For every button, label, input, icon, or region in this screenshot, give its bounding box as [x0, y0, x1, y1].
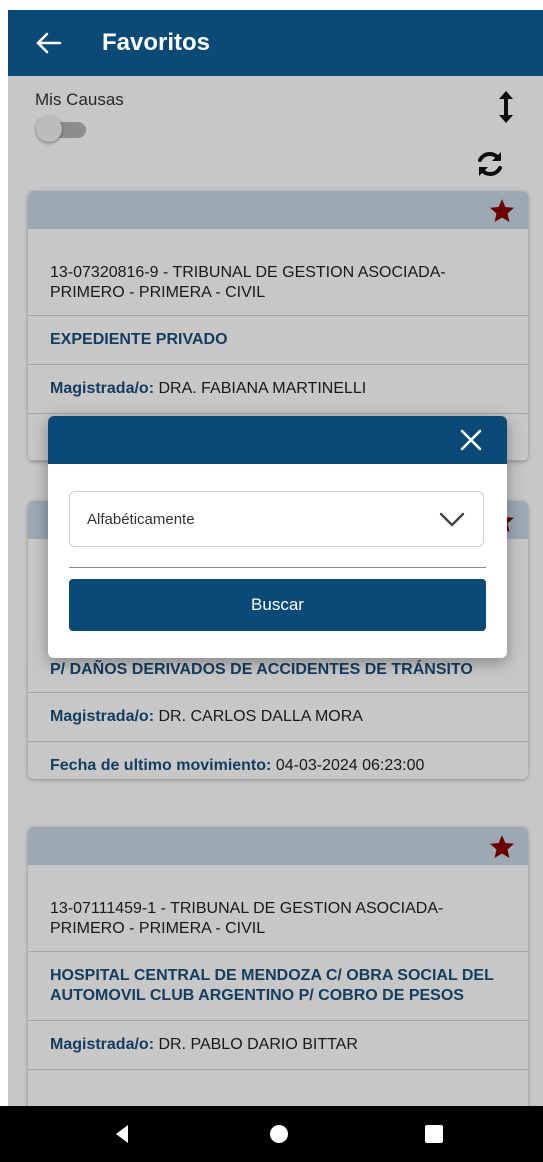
dialog-header [48, 416, 507, 464]
back-triangle-icon[interactable] [108, 1120, 136, 1148]
close-icon[interactable] [457, 426, 485, 454]
system-nav-bar [0, 1106, 543, 1162]
sort-dialog: Alfabéticamente Buscar [48, 416, 507, 658]
sort-select-value: Alfabéticamente [87, 510, 195, 528]
home-circle-icon[interactable] [265, 1120, 293, 1148]
sort-select[interactable]: Alfabéticamente [69, 491, 484, 547]
page-title: Favoritos [102, 29, 211, 56]
chevron-down-icon [439, 512, 465, 527]
recents-square-icon[interactable] [420, 1120, 448, 1148]
app-bar: Favoritos [8, 10, 543, 76]
search-button[interactable]: Buscar [69, 579, 486, 631]
divider [69, 567, 486, 568]
screen-edge [0, 0, 8, 1106]
arrow-left-icon[interactable] [28, 23, 68, 63]
